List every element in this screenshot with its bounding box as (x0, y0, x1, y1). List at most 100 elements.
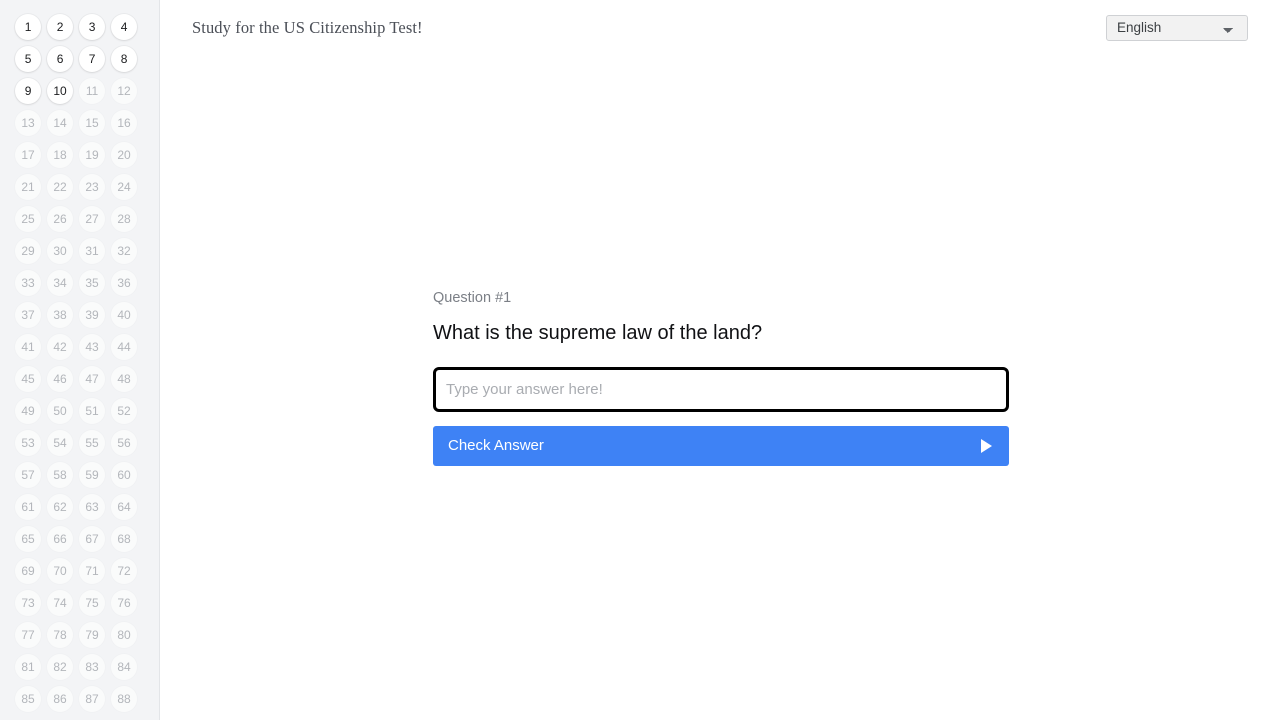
question-chip-8[interactable]: 8 (108, 43, 140, 75)
question-chip-45[interactable]: 45 (12, 363, 44, 395)
question-chip-32[interactable]: 32 (108, 235, 140, 267)
question-chip-11[interactable]: 11 (76, 75, 108, 107)
question-chip-37[interactable]: 37 (12, 299, 44, 331)
question-chip-label: 80 (111, 622, 137, 648)
question-chip-44[interactable]: 44 (108, 331, 140, 363)
question-chip-54[interactable]: 54 (44, 427, 76, 459)
question-chip-68[interactable]: 68 (108, 523, 140, 555)
question-chip-71[interactable]: 71 (76, 555, 108, 587)
question-chip-26[interactable]: 26 (44, 203, 76, 235)
question-chip-18[interactable]: 18 (44, 139, 76, 171)
question-chip-2[interactable]: 2 (44, 11, 76, 43)
question-chip-label: 4 (111, 14, 137, 40)
question-chip-77[interactable]: 77 (12, 619, 44, 651)
question-chip-21[interactable]: 21 (12, 171, 44, 203)
question-chip-42[interactable]: 42 (44, 331, 76, 363)
question-chip-10[interactable]: 10 (44, 75, 76, 107)
question-chip-13[interactable]: 13 (12, 107, 44, 139)
question-chip-61[interactable]: 61 (12, 491, 44, 523)
question-chip-12[interactable]: 12 (108, 75, 140, 107)
question-chip-23[interactable]: 23 (76, 171, 108, 203)
question-chip-1[interactable]: 1 (12, 11, 44, 43)
question-chip-35[interactable]: 35 (76, 267, 108, 299)
question-chip-19[interactable]: 19 (76, 139, 108, 171)
question-chip-label: 69 (15, 558, 41, 584)
question-chip-label: 56 (111, 430, 137, 456)
question-chip-14[interactable]: 14 (44, 107, 76, 139)
question-chip-43[interactable]: 43 (76, 331, 108, 363)
question-chip-74[interactable]: 74 (44, 587, 76, 619)
question-chip-69[interactable]: 69 (12, 555, 44, 587)
question-chip-49[interactable]: 49 (12, 395, 44, 427)
question-chip-5[interactable]: 5 (12, 43, 44, 75)
question-chip-34[interactable]: 34 (44, 267, 76, 299)
question-chip-40[interactable]: 40 (108, 299, 140, 331)
question-chip-27[interactable]: 27 (76, 203, 108, 235)
question-chip-63[interactable]: 63 (76, 491, 108, 523)
question-chip-80[interactable]: 80 (108, 619, 140, 651)
question-chip-67[interactable]: 67 (76, 523, 108, 555)
question-chip-73[interactable]: 73 (12, 587, 44, 619)
question-chip-56[interactable]: 56 (108, 427, 140, 459)
question-chip-52[interactable]: 52 (108, 395, 140, 427)
answer-input[interactable] (433, 366, 1009, 412)
question-chip-82[interactable]: 82 (44, 651, 76, 683)
question-chip-20[interactable]: 20 (108, 139, 140, 171)
question-chip-41[interactable]: 41 (12, 331, 44, 363)
question-chip-87[interactable]: 87 (76, 683, 108, 715)
question-chip-24[interactable]: 24 (108, 171, 140, 203)
question-chip-64[interactable]: 64 (108, 491, 140, 523)
question-chip-6[interactable]: 6 (44, 43, 76, 75)
question-chip-46[interactable]: 46 (44, 363, 76, 395)
question-chip-label: 22 (47, 174, 73, 200)
question-chip-72[interactable]: 72 (108, 555, 140, 587)
question-chip-28[interactable]: 28 (108, 203, 140, 235)
question-chip-16[interactable]: 16 (108, 107, 140, 139)
question-chip-15[interactable]: 15 (76, 107, 108, 139)
question-chip-75[interactable]: 75 (76, 587, 108, 619)
question-chip-60[interactable]: 60 (108, 459, 140, 491)
question-chip-31[interactable]: 31 (76, 235, 108, 267)
question-chip-29[interactable]: 29 (12, 235, 44, 267)
question-chip-83[interactable]: 83 (76, 651, 108, 683)
question-chip-65[interactable]: 65 (12, 523, 44, 555)
question-chip-81[interactable]: 81 (12, 651, 44, 683)
question-chip-17[interactable]: 17 (12, 139, 44, 171)
question-chip-36[interactable]: 36 (108, 267, 140, 299)
question-chip-30[interactable]: 30 (44, 235, 76, 267)
question-chip-88[interactable]: 88 (108, 683, 140, 715)
question-chip-4[interactable]: 4 (108, 11, 140, 43)
question-chip-84[interactable]: 84 (108, 651, 140, 683)
question-chip-39[interactable]: 39 (76, 299, 108, 331)
question-chip-label: 47 (79, 366, 105, 392)
question-chip-85[interactable]: 85 (12, 683, 44, 715)
question-chip-78[interactable]: 78 (44, 619, 76, 651)
quiz-panel: Question #1 What is the supreme law of t… (433, 291, 1009, 466)
question-chip-7[interactable]: 7 (76, 43, 108, 75)
question-chip-label: 51 (79, 398, 105, 424)
question-chip-53[interactable]: 53 (12, 427, 44, 459)
question-chip-58[interactable]: 58 (44, 459, 76, 491)
question-chip-48[interactable]: 48 (108, 363, 140, 395)
question-chip-57[interactable]: 57 (12, 459, 44, 491)
question-chip-50[interactable]: 50 (44, 395, 76, 427)
question-chip-22[interactable]: 22 (44, 171, 76, 203)
question-chip-9[interactable]: 9 (12, 75, 44, 107)
question-chip-62[interactable]: 62 (44, 491, 76, 523)
question-chip-59[interactable]: 59 (76, 459, 108, 491)
check-answer-button[interactable]: Check Answer (433, 425, 1009, 466)
question-chip-86[interactable]: 86 (44, 683, 76, 715)
question-chip-38[interactable]: 38 (44, 299, 76, 331)
question-chip-47[interactable]: 47 (76, 363, 108, 395)
language-select[interactable]: English (1106, 15, 1248, 41)
question-chip-55[interactable]: 55 (76, 427, 108, 459)
question-chip-76[interactable]: 76 (108, 587, 140, 619)
question-chip-3[interactable]: 3 (76, 11, 108, 43)
question-chip-25[interactable]: 25 (12, 203, 44, 235)
question-chip-51[interactable]: 51 (76, 395, 108, 427)
question-chip-79[interactable]: 79 (76, 619, 108, 651)
question-chip-66[interactable]: 66 (44, 523, 76, 555)
question-chip-70[interactable]: 70 (44, 555, 76, 587)
question-number-label: Question #1 (433, 290, 512, 306)
question-chip-33[interactable]: 33 (12, 267, 44, 299)
